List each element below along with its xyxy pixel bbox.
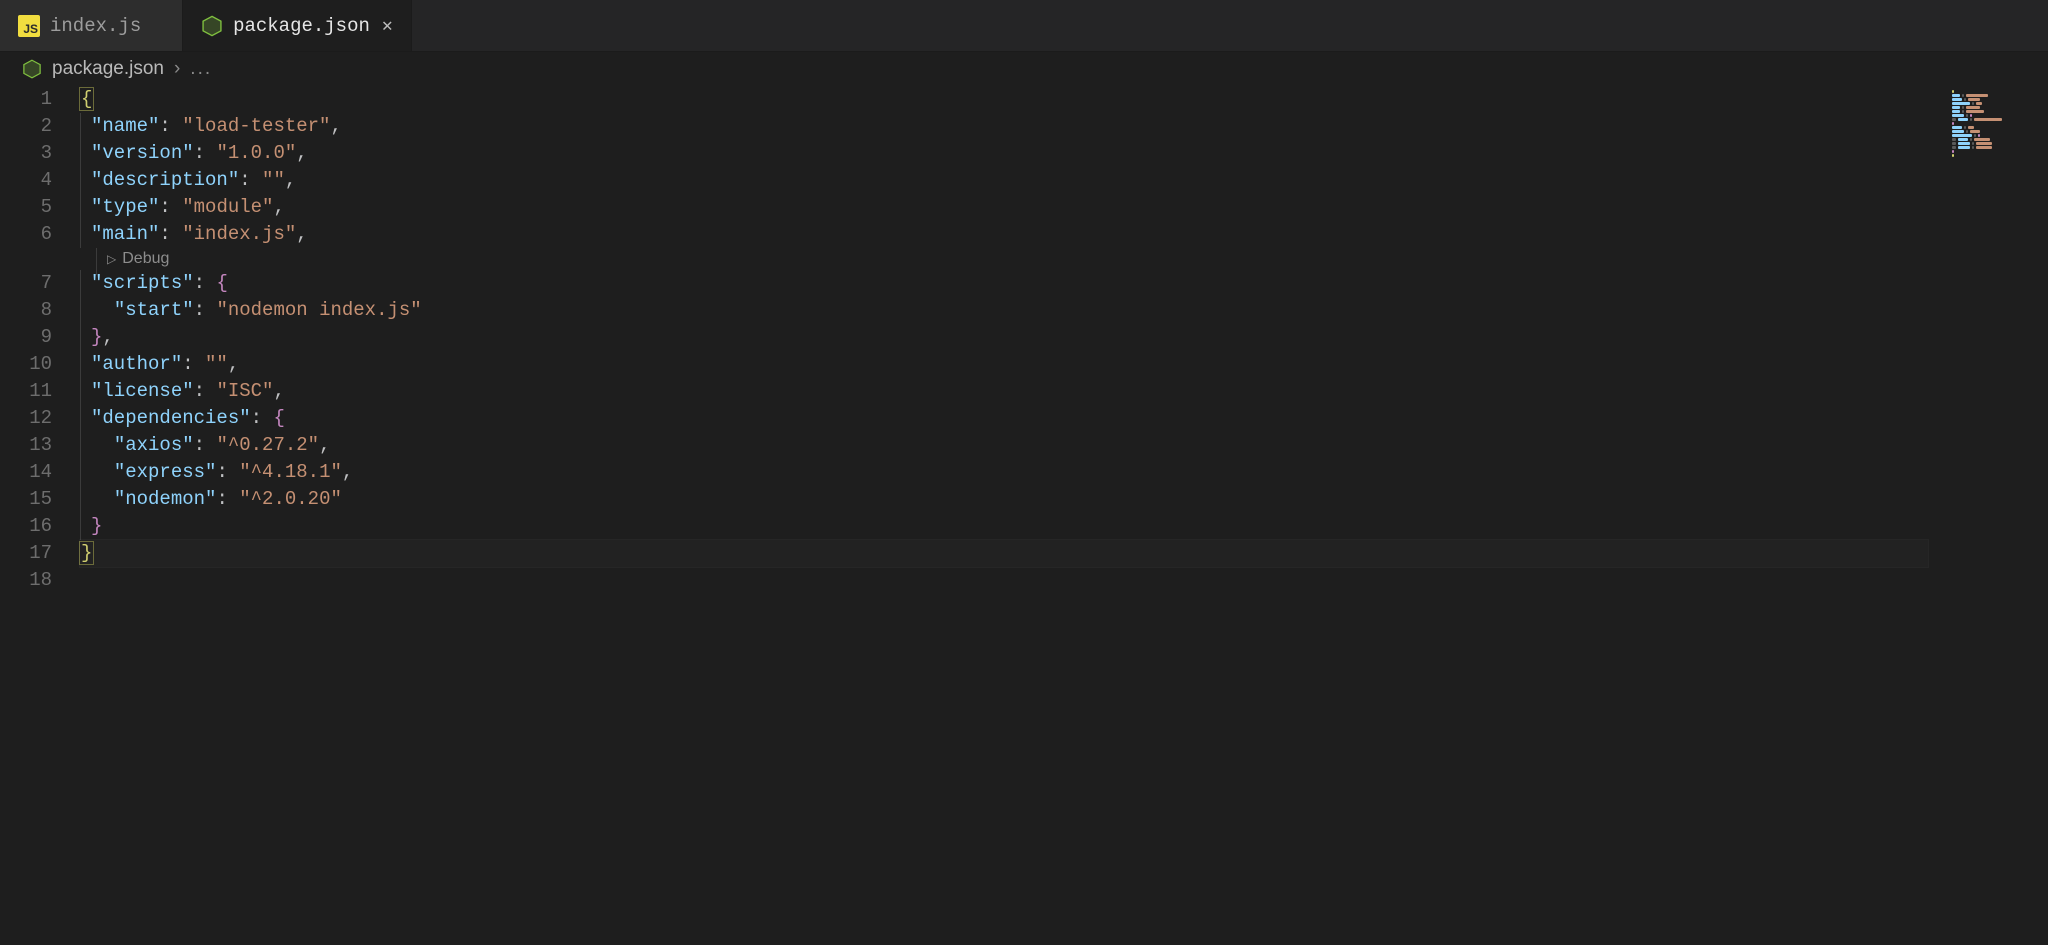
tab-bar-space (412, 0, 2048, 51)
line-number: 9 (0, 324, 52, 351)
tab-label: package.json (233, 15, 370, 37)
line-number: 17 (0, 540, 52, 567)
line-number: 7 (0, 270, 52, 297)
line-number: 13 (0, 432, 52, 459)
line-number: 8 (0, 297, 52, 324)
code-line[interactable]: "dependencies": { (80, 405, 1928, 432)
code-area[interactable]: {"name": "load-tester","version": "1.0.0… (80, 86, 2048, 945)
code-line[interactable]: "license": "ISC", (80, 378, 1928, 405)
code-line[interactable]: "scripts": { (80, 270, 1928, 297)
line-number-gutter: 123456789101112131415161718 (0, 86, 80, 945)
code-line[interactable]: } (80, 540, 1928, 567)
breadcrumb-file: package.json (52, 58, 164, 80)
line-number: 5 (0, 194, 52, 221)
nodejs-icon (22, 59, 42, 79)
line-number: 10 (0, 351, 52, 378)
line-number: 2 (0, 113, 52, 140)
line-number: 15 (0, 486, 52, 513)
tab-index-js[interactable]: JS index.js ✕ (0, 0, 183, 51)
code-line[interactable]: "author": "", (80, 351, 1928, 378)
code-line[interactable]: }, (80, 324, 1928, 351)
chevron-right-icon: › (174, 58, 180, 80)
code-line[interactable]: "axios": "^0.27.2", (80, 432, 1928, 459)
line-number: 3 (0, 140, 52, 167)
code-line[interactable]: { (80, 86, 1928, 113)
code-line[interactable]: } (80, 513, 1928, 540)
editor: 123456789101112131415161718 {"name": "lo… (0, 86, 2048, 945)
line-number: 4 (0, 167, 52, 194)
line-number: 14 (0, 459, 52, 486)
play-icon: ▷ (107, 252, 116, 266)
tab-package-json[interactable]: package.json ✕ (183, 0, 412, 51)
tab-bar: JS index.js ✕ package.json ✕ (0, 0, 2048, 52)
codelens-row: ▷ Debug (80, 248, 1928, 270)
code-line[interactable]: "nodemon": "^2.0.20" (80, 486, 1928, 513)
code-line[interactable] (80, 567, 1928, 594)
line-number: 1 (0, 86, 52, 113)
code-line[interactable]: "description": "", (80, 167, 1928, 194)
tab-label: index.js (50, 15, 141, 37)
code-line[interactable]: "type": "module", (80, 194, 1928, 221)
line-number: 11 (0, 378, 52, 405)
breadcrumb[interactable]: package.json › ... (0, 52, 2048, 86)
breadcrumb-more: ... (190, 58, 212, 80)
line-number: 18 (0, 567, 52, 594)
codelens-debug[interactable]: Debug (122, 250, 169, 267)
line-number: 16 (0, 513, 52, 540)
code-line[interactable]: "express": "^4.18.1", (80, 459, 1928, 486)
editor-scroll[interactable]: 123456789101112131415161718 {"name": "lo… (0, 86, 2048, 945)
close-icon[interactable]: ✕ (382, 15, 393, 37)
code-line[interactable]: "start": "nodemon index.js" (80, 297, 1928, 324)
code-line[interactable]: "name": "load-tester", (80, 113, 1928, 140)
line-number: 6 (0, 221, 52, 248)
javascript-icon: JS (18, 15, 40, 37)
code-line[interactable]: "main": "index.js", (80, 221, 1928, 248)
line-number: 12 (0, 405, 52, 432)
nodejs-icon (201, 15, 223, 37)
code-line[interactable]: "version": "1.0.0", (80, 140, 1928, 167)
